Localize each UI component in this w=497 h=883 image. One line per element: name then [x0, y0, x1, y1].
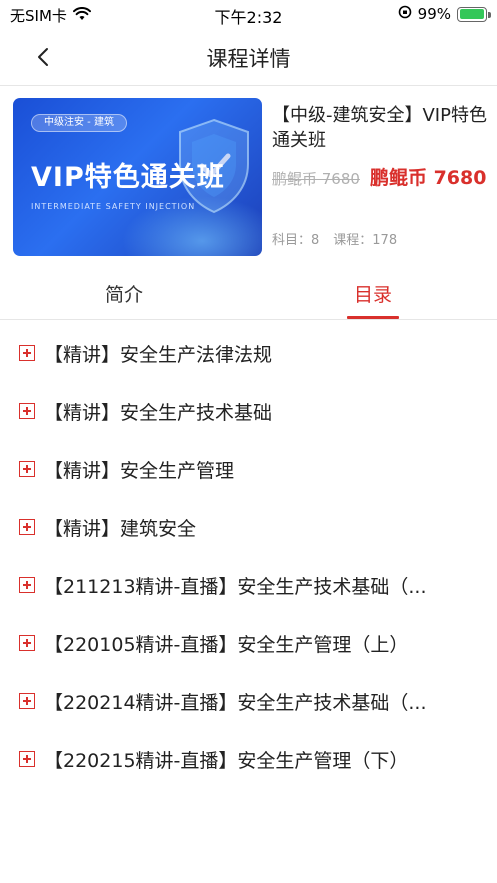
tab-bar: 简介 目录 [0, 270, 497, 320]
expand-plus-icon[interactable] [19, 751, 35, 767]
expand-plus-icon[interactable] [19, 519, 35, 535]
catalog-item-label: 【精讲】建筑安全 [44, 518, 197, 540]
course-title: 【中级-建筑安全】VIP特色通关班 [272, 105, 487, 151]
battery-icon [457, 6, 491, 22]
expand-plus-icon[interactable] [19, 403, 35, 419]
catalog-item-label: 【精讲】安全生产管理 [44, 460, 235, 482]
price-row: 鹏鲲币 7680 鹏鲲币 7680 [272, 163, 486, 190]
expand-plus-icon[interactable] [19, 635, 35, 651]
tab-active-indicator [347, 316, 399, 319]
page-title: 课程详情 [206, 47, 291, 71]
catalog-item[interactable]: 【精讲】安全生产管理 [0, 436, 497, 494]
current-price: 鹏鲲币 7680 [369, 167, 487, 189]
course-card: 中级注安 - 建筑 VIP特色通关班 INTERMEDIATE SAFETY I… [0, 86, 497, 270]
catalog-item[interactable]: 【220105精讲-直播】安全生产管理（上） [0, 610, 497, 668]
nav-bar: 课程详情 [0, 28, 497, 86]
course-meta: 科目：8 课程：178 [272, 229, 397, 248]
cover-tag: 中级注安 - 建筑 [31, 114, 127, 132]
catalog-list: 【精讲】安全生产法律法规 【精讲】安全生产技术基础 【精讲】安全生产管理 【精讲… [0, 320, 497, 784]
catalog-item-label: 【211213精讲-直播】安全生产技术基础（... [44, 576, 427, 598]
catalog-item[interactable]: 【211213精讲-直播】安全生产技术基础（... [0, 552, 497, 610]
cover-subtitle: INTERMEDIATE SAFETY INJECTION [31, 202, 196, 211]
catalog-item-label: 【精讲】安全生产法律法规 [44, 344, 273, 366]
tab-catalog[interactable]: 目录 [313, 280, 433, 307]
catalog-item[interactable]: 【220215精讲-直播】安全生产管理（下） [0, 726, 497, 784]
catalog-item-label: 【220105精讲-直播】安全生产管理（上） [44, 634, 409, 656]
catalog-item[interactable]: 【精讲】安全生产技术基础 [0, 378, 497, 436]
original-price: 鹏鲲币 7680 [272, 170, 360, 188]
catalog-item-label: 【220214精讲-直播】安全生产技术基础（... [44, 692, 427, 714]
lessons-count: 课程：178 [333, 233, 398, 248]
subjects-count: 科目：8 [272, 233, 320, 248]
battery-percent: 99% [417, 5, 451, 23]
catalog-item[interactable]: 【精讲】安全生产法律法规 [0, 320, 497, 378]
orientation-lock-icon [398, 5, 412, 23]
course-cover-image: 中级注安 - 建筑 VIP特色通关班 INTERMEDIATE SAFETY I… [13, 98, 262, 256]
catalog-item-label: 【220215精讲-直播】安全生产管理（下） [44, 750, 409, 772]
catalog-item[interactable]: 【220214精讲-直播】安全生产技术基础（... [0, 668, 497, 726]
expand-plus-icon[interactable] [19, 345, 35, 361]
expand-plus-icon[interactable] [19, 577, 35, 593]
catalog-item[interactable]: 【精讲】建筑安全 [0, 494, 497, 552]
expand-plus-icon[interactable] [19, 461, 35, 477]
cover-title: VIP特色通关班 [31, 162, 225, 193]
expand-plus-icon[interactable] [19, 693, 35, 709]
status-bar: 无SIM卡 下午2:32 99% [0, 0, 497, 28]
catalog-item-label: 【精讲】安全生产技术基础 [44, 402, 273, 424]
tab-intro[interactable]: 简介 [64, 280, 184, 307]
